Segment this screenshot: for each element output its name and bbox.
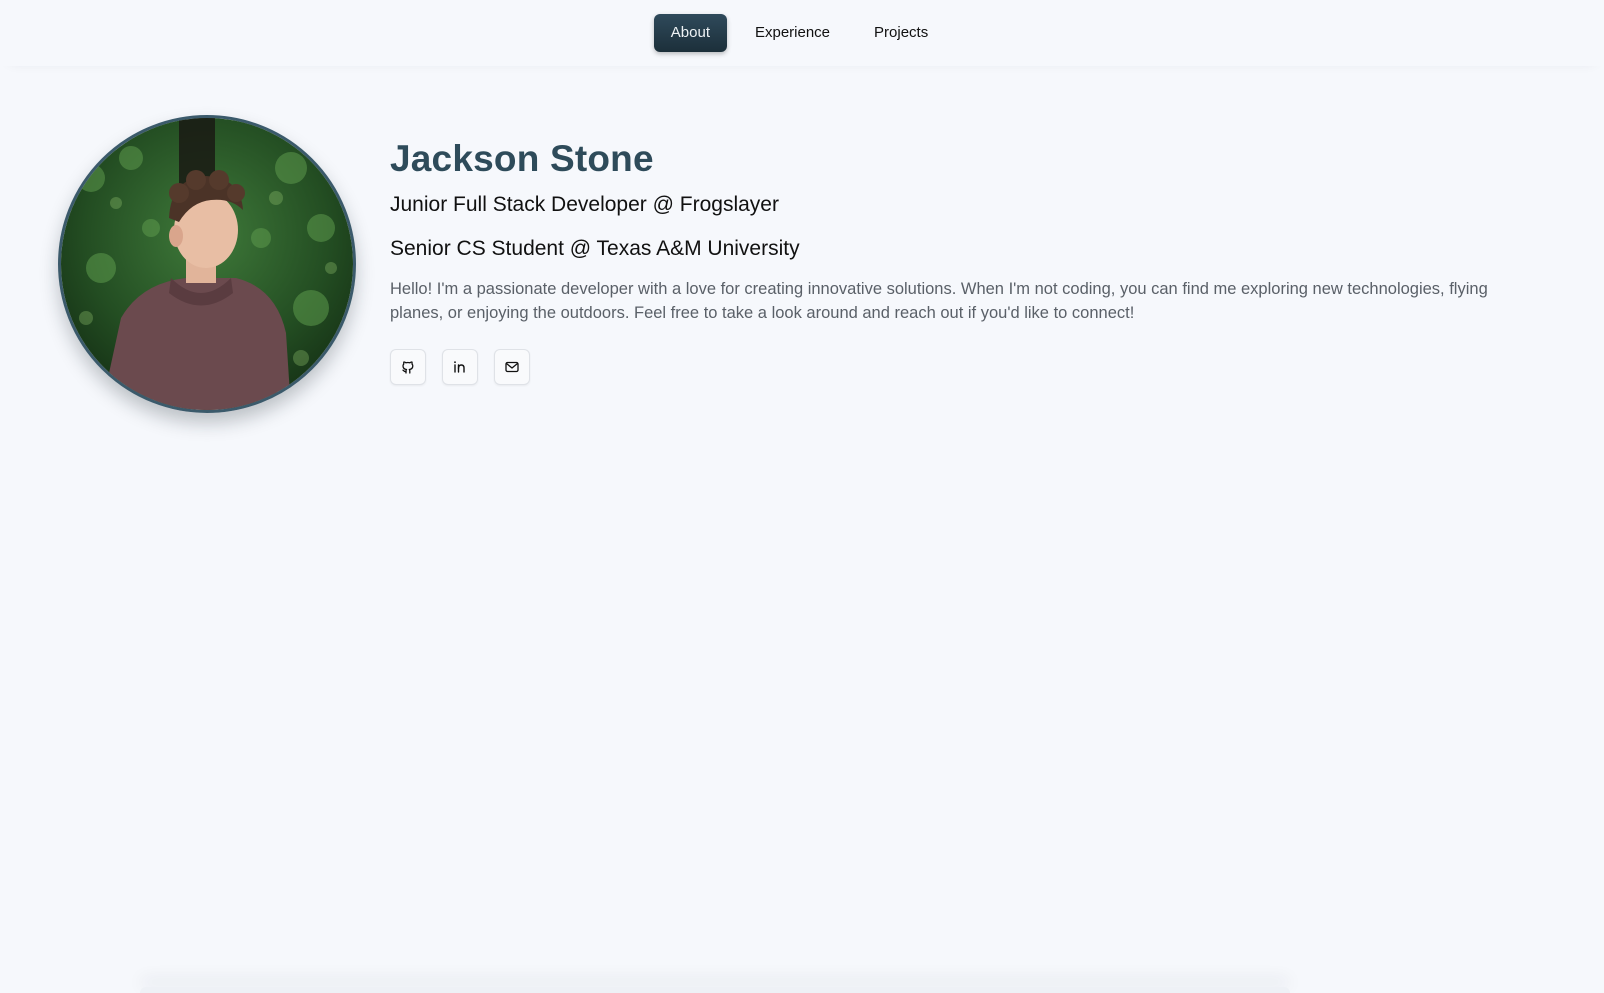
nav-links: About Experience Projects — [653, 14, 944, 52]
nav-experience[interactable]: Experience — [739, 14, 846, 52]
github-icon — [402, 361, 414, 374]
top-navbar: About Experience Projects — [0, 0, 1604, 66]
profile-role-primary: Junior Full Stack Developer @ Frogslayer — [390, 193, 779, 216]
github-button[interactable] — [390, 349, 426, 385]
nav-about[interactable]: About — [653, 14, 727, 52]
social-links — [390, 349, 1550, 385]
profile-photo — [58, 115, 356, 413]
profile-photo-image — [61, 118, 353, 410]
linkedin-icon — [454, 361, 465, 373]
profile-role-secondary: Senior CS Student @ Texas A&M University — [390, 237, 800, 260]
nav-projects[interactable]: Projects — [858, 14, 944, 52]
profile-bio: Hello! I'm a passionate developer with a… — [390, 280, 1488, 322]
profile-info: Jackson Stone Junior Full Stack Develope… — [390, 135, 1550, 385]
linkedin-button[interactable] — [442, 349, 478, 385]
mail-icon — [505, 361, 519, 373]
bottom-panel-edge — [140, 987, 1290, 993]
email-button[interactable] — [494, 349, 530, 385]
profile-name: Jackson Stone — [390, 138, 654, 179]
